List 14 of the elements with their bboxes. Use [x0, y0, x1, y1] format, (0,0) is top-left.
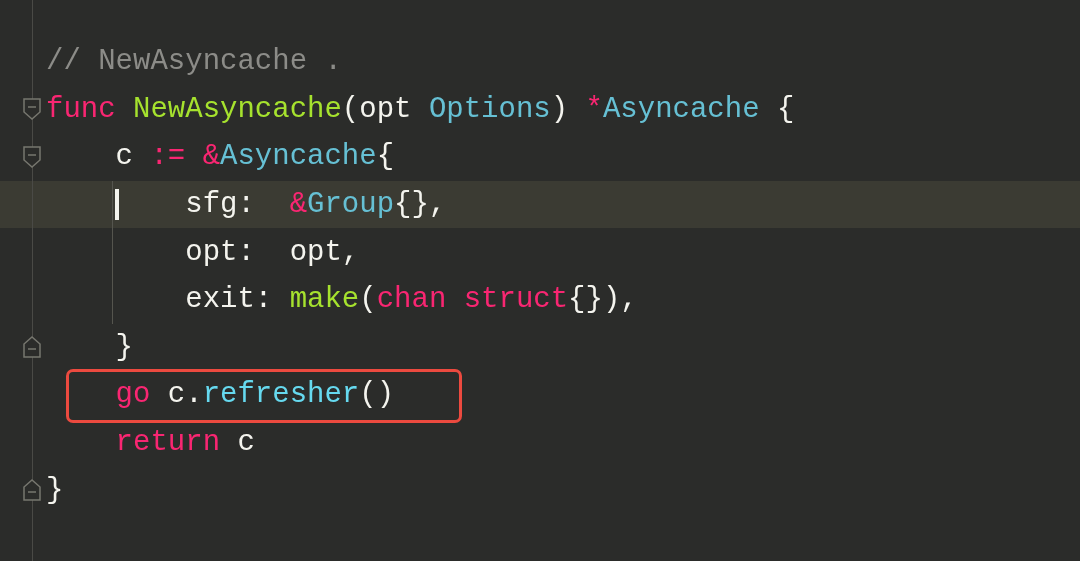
code-line: go c.refresher() — [114, 378, 395, 412]
code-line: } — [46, 473, 64, 507]
code-line: exit: make(chan struct{}), — [184, 283, 638, 317]
code-line: // NewAsyncache . — [46, 45, 342, 79]
fold-icon[interactable] — [22, 146, 42, 168]
code-line: func NewAsyncache(opt Options) *Asyncache { — [46, 92, 795, 126]
code-line: opt: opt, — [184, 235, 360, 269]
code-line: sfg: &Group{}, — [184, 188, 447, 222]
code-line: return c — [114, 426, 255, 460]
fold-icon[interactable] — [22, 98, 42, 121]
fold-icon[interactable] — [22, 336, 42, 359]
code-line: } — [114, 330, 133, 364]
code-line: c := &Asyncache{ — [114, 140, 395, 174]
fold-icon[interactable] — [22, 479, 42, 502]
